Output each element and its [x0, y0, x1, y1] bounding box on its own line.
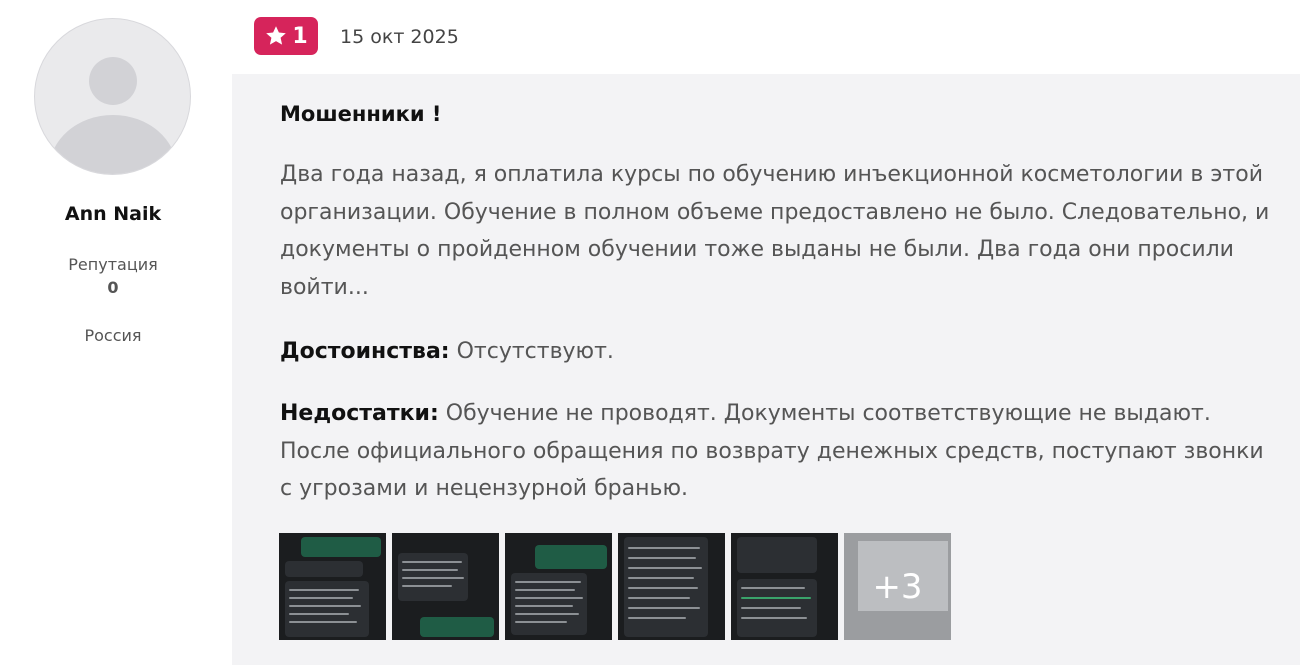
photo-thumbnail[interactable]: [392, 533, 499, 640]
review-title[interactable]: Мошенники !: [280, 102, 441, 126]
more-photos-count: +3: [872, 566, 923, 607]
user-avatar-body: [49, 115, 177, 174]
review-cons: Недостатки: Обучение не проводят. Докуме…: [280, 395, 1280, 508]
author-country: Россия: [84, 326, 142, 345]
photo-thumbnail[interactable]: [618, 533, 725, 640]
rating-badge: 1: [254, 17, 318, 55]
rating-value: 1: [292, 23, 308, 49]
photo-thumbnail[interactable]: [505, 533, 612, 640]
reputation-value: 0: [107, 278, 119, 297]
review-body: Два года назад, я оплатила курсы по обуч…: [280, 162, 1270, 300]
pros-label: Достоинства:: [280, 339, 450, 364]
review-pros: Достоинства: Отсутствуют.: [280, 333, 1280, 371]
star-icon: [266, 26, 287, 45]
photo-thumbnail[interactable]: [279, 533, 386, 640]
review-date: 15 окт 2025: [340, 26, 459, 48]
user-avatar-icon: [89, 57, 137, 105]
card-corner: [232, 74, 258, 100]
review-photos: +3: [279, 533, 951, 640]
pros-text: Отсутствуют.: [456, 339, 614, 364]
review-card: Мошенники ! Два года назад, я оплатила к…: [232, 74, 1300, 665]
cons-label: Недостатки:: [280, 401, 439, 426]
avatar[interactable]: [34, 18, 191, 175]
more-photos-button[interactable]: +3: [844, 533, 951, 640]
author-name[interactable]: Ann Naik: [0, 203, 226, 225]
reputation-label: Репутация: [68, 255, 158, 274]
photo-thumbnail[interactable]: [731, 533, 838, 640]
